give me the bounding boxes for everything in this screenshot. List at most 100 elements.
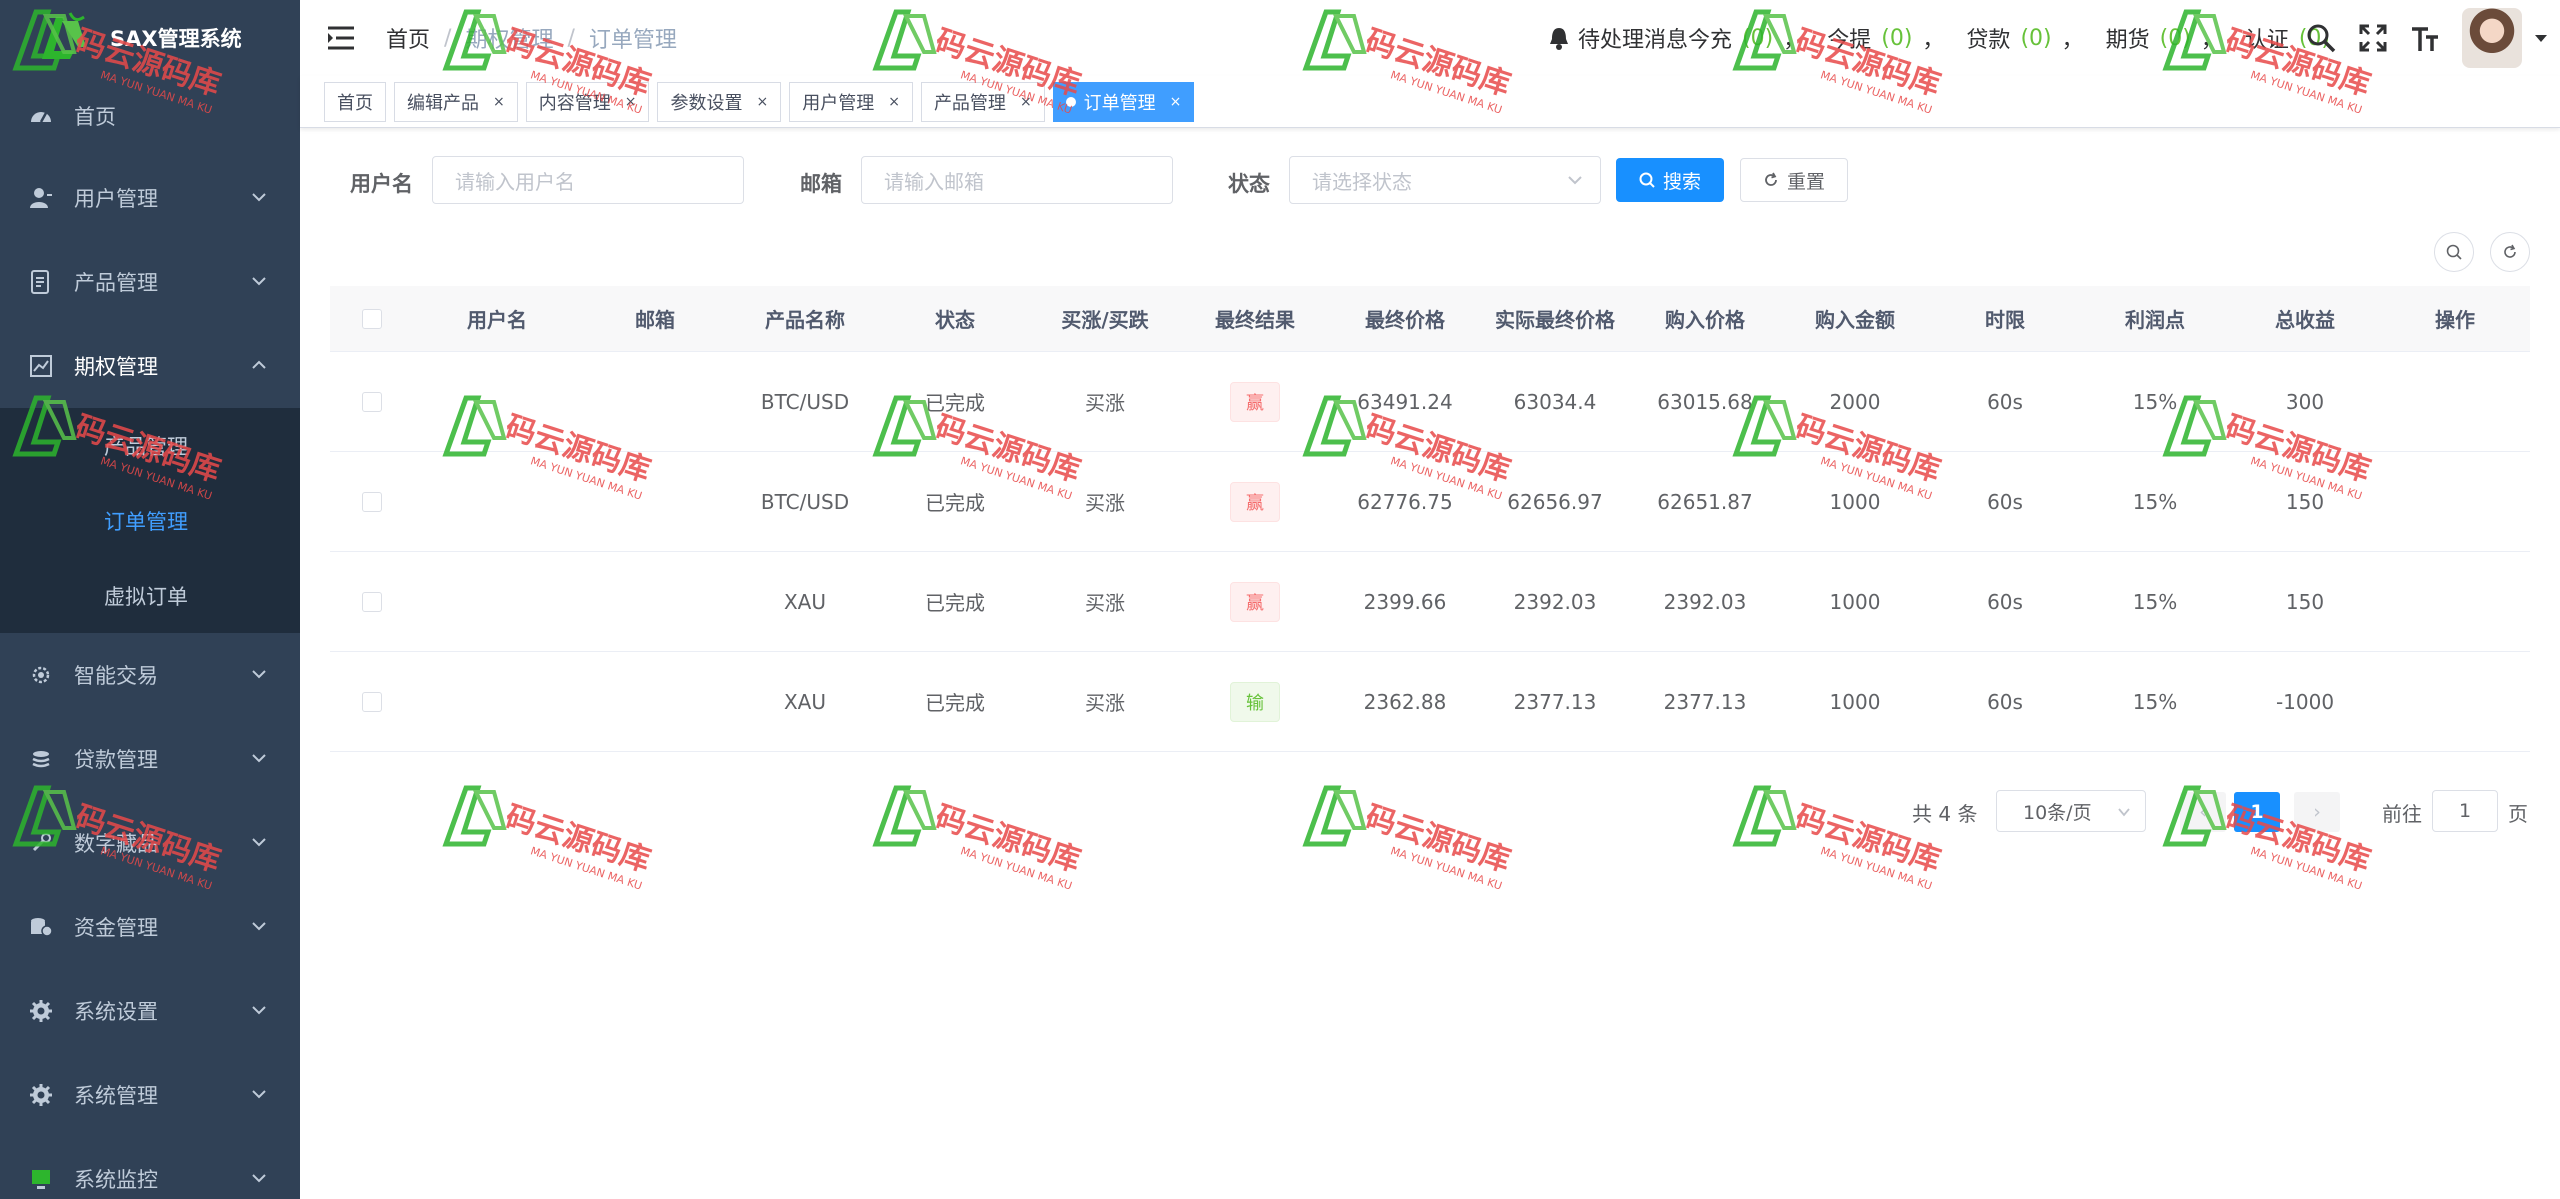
cell-username [414,452,580,551]
chevron-down-icon [252,1174,266,1183]
chart-icon [28,353,54,379]
sidebar-item-system-management[interactable]: 系统管理 [0,1053,300,1137]
submenu-item-label: 订单管理 [104,509,188,534]
cell-final-price: 63491.24 [1357,389,1453,414]
page-number-1[interactable]: 1 [2234,792,2280,832]
close-icon[interactable]: × [1170,94,1182,110]
select-all-checkbox[interactable] [362,308,382,329]
chevron-down-icon [252,277,266,286]
tag-label: 内容管理 [538,92,611,114]
search-icon [1639,172,1655,188]
close-icon[interactable]: × [625,94,637,110]
submenu-options: 产品管理 订单管理 虚拟订单 [0,408,300,633]
status-label: 状态 [1228,172,1270,196]
notice-verify-label[interactable]: 认证 [2245,22,2289,54]
close-icon[interactable]: × [493,94,505,110]
tag-label: 订单管理 [1083,92,1156,114]
breadcrumb-item-home[interactable]: 首页 [386,22,430,54]
sidebar-item-system-monitor[interactable]: 系统监控 [0,1137,300,1199]
toggle-search-button[interactable] [2434,232,2474,272]
watermark-subtext: MA YUN YUAN MA KU [1818,844,1934,893]
cell-final-price: 2399.66 [1363,589,1447,614]
email-input[interactable]: 请输入邮箱 [861,156,1173,204]
sidebar-item-digital-collections[interactable]: 数字藏品 [0,801,300,885]
submenu-item-virtual-orders[interactable]: 虚拟订单 [0,558,300,633]
notice-recharge-label[interactable]: 今充 [1688,22,1732,54]
watermark-subtext: MA YUN YUAN MA KU [1388,844,1504,893]
close-icon[interactable]: × [1020,94,1032,110]
column-header: 实际最终价格 [1495,308,1615,332]
cell-actions [2380,352,2530,451]
tag-edit-product[interactable]: 编辑产品 × [394,81,518,122]
tag-parameter-settings[interactable]: 参数设置 × [657,81,782,122]
username-input[interactable]: 请输入用户名 [432,156,744,204]
sidebar-item-loans[interactable]: 贷款管理 [0,717,300,801]
sidebar-item-funds[interactable]: 资金管理 [0,885,300,969]
cell-term: 60s [1987,389,2023,414]
cell-final-price: 2362.88 [1363,689,1447,714]
table-row[interactable]: BTC/USD 已完成 买涨 赢 63491.24 63034.4 63015.… [330,352,2530,452]
hamburger-icon[interactable] [326,25,356,51]
tag-product-management[interactable]: 产品管理 × [920,81,1045,122]
dashboard-icon [28,103,54,129]
notice-withdraw-label[interactable]: 今提 [1827,22,1871,54]
sidebar-item-products[interactable]: 产品管理 [0,240,300,324]
submenu-item-orders[interactable]: 订单管理 [0,483,300,558]
table-row[interactable]: BTC/USD 已完成 买涨 赢 62776.75 62656.97 62651… [330,452,2530,552]
sidebar-logo[interactable]: SAX管理系统 [0,0,300,76]
row-checkbox[interactable] [362,591,382,612]
next-page-button[interactable]: › [2294,792,2340,832]
sidebar-item-options[interactable]: 期权管理 [0,324,300,408]
stack-icon [28,746,54,772]
cell-amount: 1000 [1829,589,1881,614]
table-row[interactable]: XAU 已完成 买涨 赢 2399.66 2392.03 2392.03 100… [330,552,2530,652]
caret-down-icon[interactable] [2534,33,2548,43]
table-header: 用户名 邮箱 产品名称 状态 买涨/买跌 最终结果 最终价格 实际最终价格 购入… [330,286,2530,352]
prev-page-button[interactable]: ‹ [2180,792,2226,832]
navbar: 首页 / 期权管理 / 订单管理 待处理消息 今充 (0) ， 今提 (0) ，… [300,0,2560,76]
notice-loan-label[interactable]: 贷款 [1966,22,2010,54]
close-icon[interactable]: × [756,94,768,110]
tag-home[interactable]: 首页 [324,81,386,122]
page-size-select[interactable]: 10条/页 [1996,790,2146,832]
reset-button[interactable]: 重置 [1740,158,1848,202]
sidebar-item-home[interactable]: 首页 [0,76,300,156]
result-badge: 赢 [1230,381,1280,422]
sidebar-item-users[interactable]: 用户管理 [0,156,300,240]
row-checkbox[interactable] [362,491,382,512]
cell-buy-price: 2392.03 [1663,589,1747,614]
tag-content-management[interactable]: 内容管理 × [525,81,650,122]
goto-prefix: 前往 [2382,801,2422,826]
notice-futures-label[interactable]: 期货 [2106,22,2150,54]
tag-order-management[interactable]: 订单管理 × [1052,81,1195,122]
fullscreen-icon[interactable] [2358,23,2388,53]
search-button[interactable]: 搜索 [1616,158,1724,202]
font-size-icon[interactable] [2410,23,2440,53]
table-row[interactable]: XAU 已完成 买涨 输 2362.88 2377.13 2377.13 100… [330,652,2530,752]
cell-username [414,352,580,451]
status-select[interactable]: 请选择状态 [1289,156,1601,204]
cell-status: 已完成 [925,491,985,515]
avatar[interactable] [2462,8,2522,68]
cell-amount: 1000 [1829,489,1881,514]
cell-buy-price: 2377.13 [1663,689,1747,714]
goto-page-input[interactable]: 1 [2432,790,2498,832]
search-icon[interactable] [2306,23,2336,53]
sidebar-item-smart-trading[interactable]: 智能交易 [0,633,300,717]
breadcrumb-item-options[interactable]: 期权管理 [465,22,553,54]
user-icon [28,185,54,211]
cell-email [580,552,730,651]
cell-profit-point: 15% [2132,589,2178,614]
sidebar-item-label: 系统监控 [74,1168,158,1192]
header-select-all [330,286,414,351]
row-checkbox[interactable] [362,391,382,412]
cell-actions [2380,452,2530,551]
cell-total-profit: 150 [2285,589,2325,614]
sidebar-item-label: 首页 [74,105,116,129]
refresh-table-button[interactable] [2490,232,2530,272]
tag-user-management[interactable]: 用户管理 × [789,81,913,122]
row-checkbox[interactable] [362,691,382,712]
close-icon[interactable]: × [888,94,900,110]
submenu-item-products[interactable]: 产品管理 [0,408,300,483]
sidebar-item-system-settings[interactable]: 系统设置 [0,969,300,1053]
